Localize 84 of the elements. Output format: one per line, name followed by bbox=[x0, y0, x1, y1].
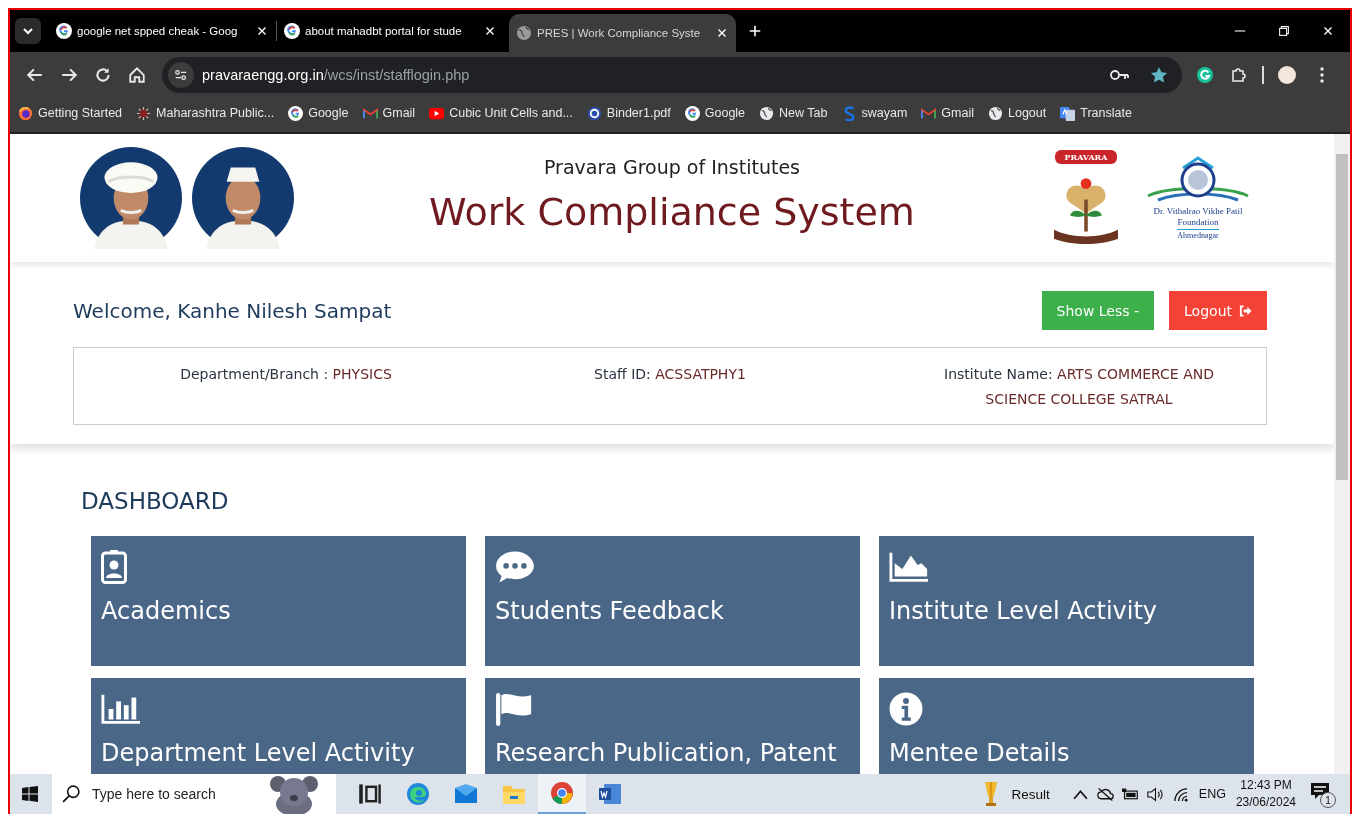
tab-title: PRES | Work Compliance Syste bbox=[537, 27, 702, 39]
search-field[interactable]: Type here to search bbox=[52, 774, 336, 814]
address-bar[interactable]: pravaraengg.org.in/wcs/inst/stafflogin.php bbox=[162, 57, 1182, 93]
tab-title: google net spped cheak - Goog bbox=[77, 25, 239, 37]
volume-icon[interactable] bbox=[1146, 786, 1164, 802]
google-icon bbox=[284, 23, 300, 39]
translate-icon bbox=[1060, 105, 1076, 121]
bookmark[interactable]: swayam bbox=[841, 105, 908, 121]
tab-list-button[interactable] bbox=[15, 18, 41, 44]
logout-icon bbox=[1239, 304, 1252, 317]
wifi-icon[interactable] bbox=[1171, 786, 1189, 802]
forward-button[interactable] bbox=[60, 66, 78, 84]
bookmark[interactable]: Google bbox=[684, 105, 746, 121]
speech-bubble-icon bbox=[495, 550, 535, 584]
url-text: pravaraengg.org.in/wcs/inst/stafflogin.php bbox=[202, 67, 470, 83]
back-button[interactable] bbox=[26, 66, 44, 84]
search-icon bbox=[62, 785, 80, 803]
globe-icon bbox=[759, 105, 775, 121]
clock[interactable]: 12:43 PM 23/06/2024 bbox=[1235, 777, 1296, 811]
google-icon bbox=[684, 105, 700, 121]
google-icon bbox=[56, 23, 72, 39]
bar-chart-icon bbox=[101, 692, 141, 726]
sliders-icon bbox=[174, 68, 188, 82]
logout-button[interactable]: Logout bbox=[1169, 291, 1267, 330]
cloud-off-icon[interactable] bbox=[1096, 786, 1114, 802]
weather-widget[interactable]: Result bbox=[983, 781, 1050, 807]
globe-icon bbox=[516, 25, 532, 41]
new-tab-button[interactable] bbox=[748, 24, 762, 38]
seal-icon bbox=[586, 105, 602, 121]
area-chart-icon bbox=[889, 550, 929, 584]
bookmark-star-icon[interactable] bbox=[1150, 66, 1168, 84]
start-button[interactable] bbox=[22, 786, 38, 802]
bookmark[interactable]: Cubic Unit Cells and... bbox=[429, 105, 573, 121]
key-icon[interactable] bbox=[1110, 69, 1130, 81]
organization-name: Pravara Group of Institutes bbox=[543, 156, 801, 178]
browser-tab[interactable]: about mahadbt portal for stude bbox=[277, 10, 504, 52]
bookmark[interactable]: Gmail bbox=[921, 105, 974, 121]
info-text: Institute Name: ARTS COMMERCE AND SCIENCE COLLEGE SATRAL bbox=[943, 365, 1215, 409]
tab-title: about mahadbt portal for stude bbox=[305, 25, 463, 37]
dashboard-card[interactable]: Mentee Details bbox=[879, 678, 1254, 774]
home-button[interactable] bbox=[128, 66, 146, 84]
bookmark[interactable]: Getting Started bbox=[18, 105, 123, 121]
foundation-logo: Dr. Vithalrao Vikhe Patil Foundation Ahmednagar bbox=[1140, 156, 1256, 240]
battery-icon[interactable] bbox=[1121, 786, 1139, 802]
site-title: Work Compliance System bbox=[429, 190, 915, 234]
reload-button[interactable] bbox=[94, 66, 112, 84]
section-heading: DASHBOARD bbox=[81, 488, 230, 514]
extension-icon[interactable] bbox=[1196, 66, 1214, 84]
menu-button[interactable] bbox=[1318, 66, 1326, 84]
site-info-button[interactable] bbox=[168, 62, 194, 88]
bookmark[interactable]: Binder1.pdf bbox=[586, 105, 671, 121]
bookmark[interactable]: Gmail bbox=[362, 105, 416, 121]
browser-icon[interactable] bbox=[538, 774, 586, 814]
play-icon bbox=[429, 105, 445, 121]
dashboard-card[interactable]: Institute Level Activity bbox=[879, 536, 1254, 666]
welcome-text: Welcome, Kanhe Nilesh Sampat bbox=[73, 298, 392, 323]
scrollbar[interactable] bbox=[1334, 134, 1350, 774]
language-indicator[interactable]: ENG bbox=[1198, 787, 1226, 801]
globe-icon bbox=[988, 105, 1003, 121]
dashboard-card[interactable]: Research Publication, Patent bbox=[485, 678, 860, 774]
browser-tab[interactable]: PRES | Work Compliance Syste bbox=[509, 14, 736, 52]
bookmark[interactable]: Logout bbox=[988, 105, 1047, 121]
institute-logo: PRAVARA bbox=[1046, 150, 1126, 246]
mail-icon bbox=[362, 105, 378, 121]
restore-button[interactable] bbox=[1277, 24, 1291, 38]
bookmark[interactable]: Translate bbox=[1060, 105, 1132, 121]
extensions-button[interactable] bbox=[1230, 66, 1248, 84]
dashboard-card[interactable]: Department Level Activity bbox=[91, 678, 466, 774]
profile-avatar[interactable] bbox=[1278, 66, 1296, 84]
dashboard-card[interactable]: Academics bbox=[91, 536, 466, 666]
info-text: Staff ID: ACSSATPHY1 bbox=[593, 365, 747, 384]
browser-logo-icon bbox=[18, 105, 33, 121]
mail-icon bbox=[921, 105, 937, 121]
trophy-icon bbox=[983, 781, 998, 807]
restore-icon bbox=[1277, 24, 1291, 38]
emblem-icon bbox=[136, 105, 152, 121]
bookmark[interactable]: New Tab bbox=[759, 105, 828, 121]
dashboard-card[interactable]: Students Feedback bbox=[485, 536, 860, 666]
bookmark[interactable]: Maharashtra Public... bbox=[136, 105, 275, 121]
browser-tab[interactable]: google net spped cheak - Goog bbox=[49, 10, 276, 52]
google-icon bbox=[288, 105, 304, 121]
bookmark[interactable]: Google bbox=[288, 105, 349, 121]
info-text: Department/Branch : PHYSICS bbox=[179, 365, 393, 384]
search-input[interactable]: Type here to search bbox=[90, 785, 264, 803]
